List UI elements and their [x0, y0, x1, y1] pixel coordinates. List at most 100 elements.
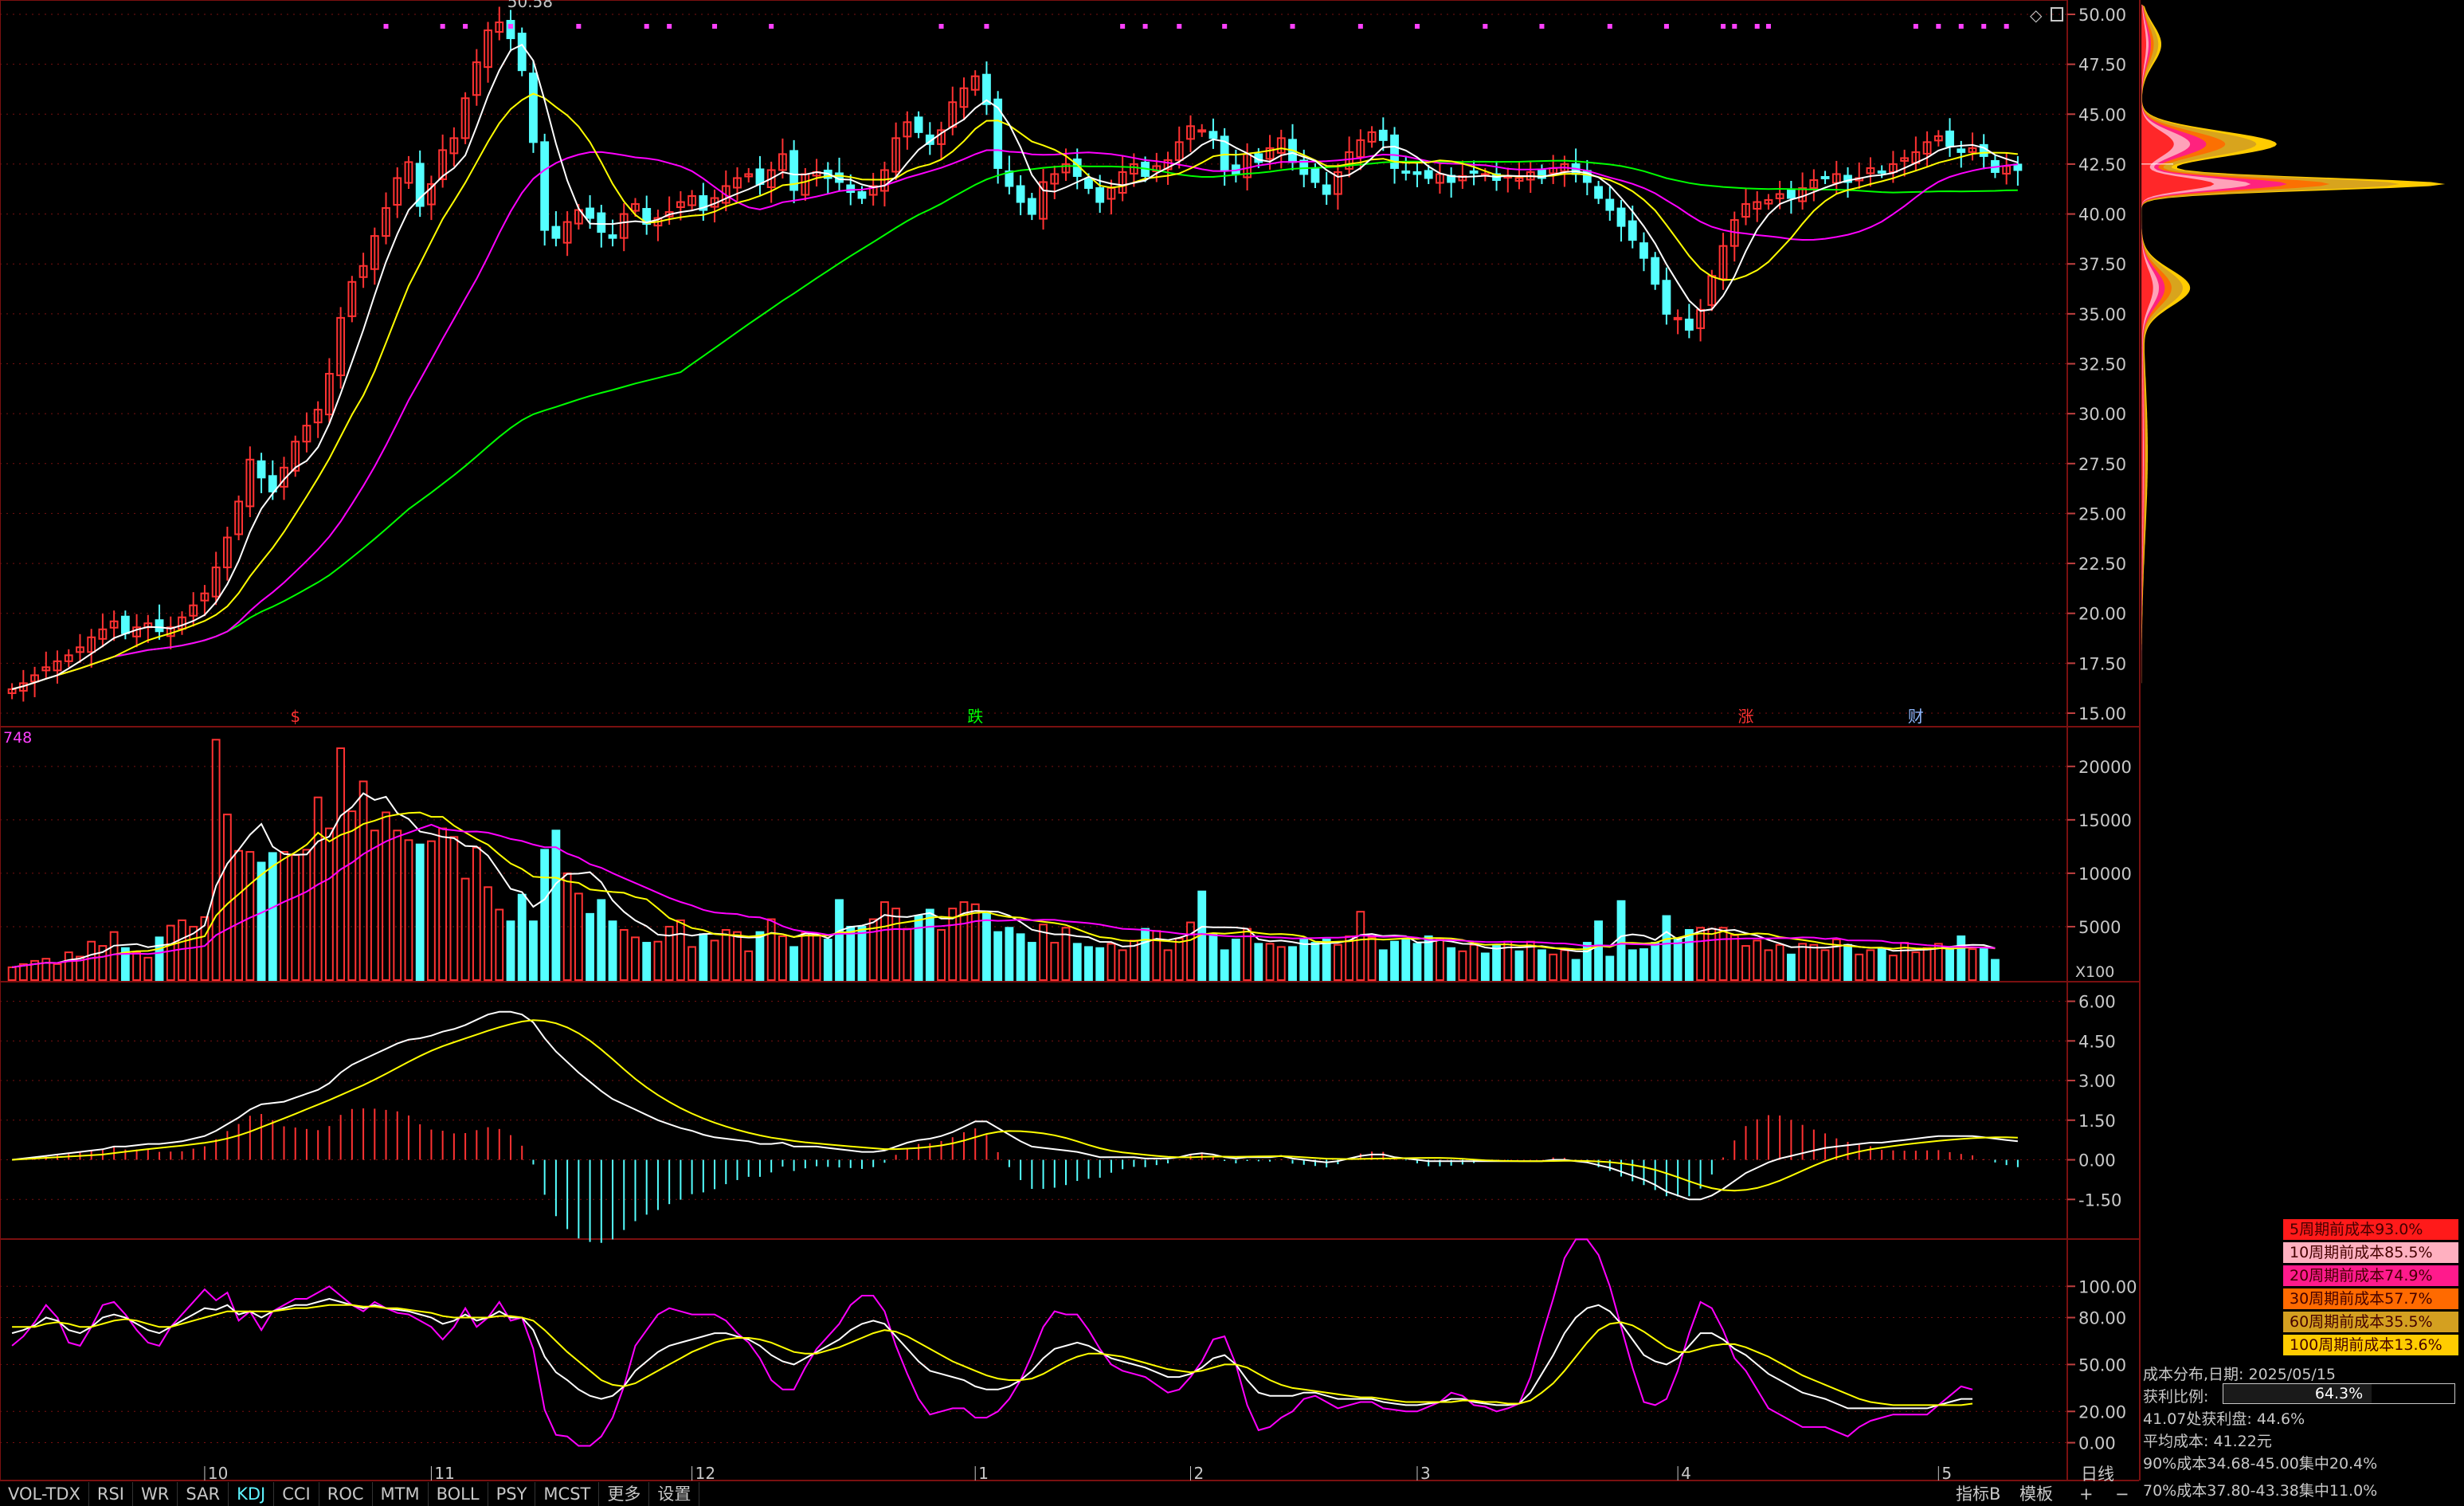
volume-bar: [1809, 943, 1819, 981]
indicator-tab[interactable]: PSY: [488, 1482, 536, 1506]
event-marker: 涨: [1737, 707, 1753, 726]
signal-dot: [938, 24, 944, 29]
volume-bar: [721, 928, 731, 982]
macd-tick-label: 4.50: [2078, 1032, 2116, 1051]
candle-body: [857, 191, 867, 199]
price-tick-label: 42.50: [2078, 155, 2126, 175]
volume-bar: [1174, 937, 1184, 982]
indicator-tab[interactable]: KDJ: [229, 1482, 275, 1506]
candle-body: [1424, 170, 1433, 179]
indicator-tab[interactable]: SAR: [178, 1482, 229, 1506]
volume-bar: [1979, 948, 1988, 982]
signal-dot: [1357, 24, 1363, 29]
volume-bar: [53, 963, 62, 981]
volume-bar: [234, 849, 244, 981]
volume-bar: [789, 946, 799, 981]
candle-body: [1786, 188, 1796, 199]
volume-bar: [970, 903, 980, 981]
signal-dot: [1958, 24, 1964, 29]
signal-dot: [1765, 24, 1771, 29]
template-button[interactable]: 模板: [2019, 1482, 2053, 1506]
candle-body: [1945, 130, 1954, 147]
indicator-tab[interactable]: 设置: [649, 1482, 700, 1506]
volume-bar: [778, 935, 787, 981]
volume-bar: [404, 839, 413, 982]
price-tick-label: 20.00: [2078, 605, 2126, 624]
candle-body: [1616, 207, 1626, 227]
ma20-line: [11, 149, 2019, 690]
indicator-tab[interactable]: RSI: [89, 1482, 134, 1506]
volume-bar: [540, 849, 550, 981]
zoom-in-button[interactable]: +: [2079, 1482, 2094, 1506]
volume-bar: [608, 920, 617, 981]
volume-bar: [155, 936, 164, 982]
indicator-tab[interactable]: VOL-TDX: [0, 1482, 89, 1506]
volume-bar: [1628, 949, 1637, 982]
profit-ratio-label: 获利比例:: [2143, 1388, 2209, 1406]
candle-body: [1378, 129, 1388, 141]
indicator-tab[interactable]: BOLL: [429, 1482, 488, 1506]
volume-bar: [1005, 927, 1014, 981]
volume-bar: [710, 939, 719, 981]
price-tick-label: 22.50: [2078, 555, 2126, 574]
volume-bar: [1877, 948, 1886, 982]
volume-bar: [291, 854, 300, 982]
price-tick-label: 47.50: [2078, 56, 2126, 75]
volume-bar: [699, 933, 708, 982]
volume-bar: [1594, 920, 1603, 981]
volume-bar: [1855, 953, 1864, 982]
volume-bar: [755, 931, 765, 981]
volume-bar: [1231, 939, 1240, 981]
indicator-tab[interactable]: MTM: [373, 1482, 429, 1506]
volume-bar: [914, 915, 923, 981]
indicator-tab[interactable]: CCI: [274, 1482, 319, 1506]
macd-tick-label: 3.00: [2078, 1072, 2116, 1091]
volume-bar: [631, 936, 640, 982]
month-label: 10: [208, 1464, 228, 1483]
signal-dot: [644, 24, 649, 29]
volume-bar: [1753, 939, 1762, 981]
volume-bar: [1843, 943, 1852, 981]
volume-bar: [733, 931, 742, 981]
volume-bar: [1764, 949, 1773, 982]
signal-dot: [440, 24, 445, 29]
zoom-out-button[interactable]: −: [2115, 1482, 2129, 1506]
candle-body: [1016, 185, 1025, 203]
stock-chart[interactable]: 50.0047.5045.0042.5040.0037.5035.0032.50…: [0, 0, 2464, 1506]
profit-ratio-value: 64.3%: [2314, 1385, 2364, 1402]
indicator-tab[interactable]: 更多: [599, 1482, 650, 1506]
volume-bar: [7, 966, 17, 981]
kdj-tick-label: 100.00: [2078, 1277, 2137, 1296]
volume-bar: [1957, 935, 1966, 981]
volume-bar: [324, 827, 334, 982]
signal-dot: [1936, 24, 1941, 29]
signal-dot: [1290, 24, 1295, 29]
volume-bar: [1514, 950, 1524, 981]
candle-body: [2013, 163, 2023, 171]
volume-bar: [574, 892, 583, 981]
month-label: 3: [1420, 1464, 1431, 1483]
volume-bar: [1016, 933, 1025, 982]
ma5-line: [11, 43, 2019, 690]
volume-bar: [1186, 921, 1195, 982]
candle-body: [1208, 131, 1218, 139]
month-label: 4: [1681, 1464, 1691, 1483]
volume-bar: [1095, 947, 1105, 981]
indicator-b-button[interactable]: 指标B: [1956, 1482, 2000, 1506]
indicator-tab[interactable]: ROC: [319, 1482, 373, 1506]
indicator-tab[interactable]: MCST: [535, 1482, 600, 1506]
volume-bar: [1492, 945, 1501, 982]
signal-dot: [1414, 24, 1420, 29]
volume-bar: [370, 829, 379, 981]
signal-dot: [383, 24, 389, 29]
volume-bar: [1616, 900, 1626, 981]
volume-bar: [143, 956, 153, 982]
indicator-tab[interactable]: WR: [133, 1482, 178, 1506]
volume-bar: [268, 852, 277, 981]
price-tick-label: 37.50: [2078, 255, 2126, 274]
ma10-line: [11, 92, 2019, 690]
volume-bar: [1786, 953, 1796, 982]
volume-bar: [1889, 955, 1898, 981]
candle-body: [1639, 242, 1648, 259]
cost-legend-row: 10周期前成本85.5%: [2283, 1242, 2458, 1263]
